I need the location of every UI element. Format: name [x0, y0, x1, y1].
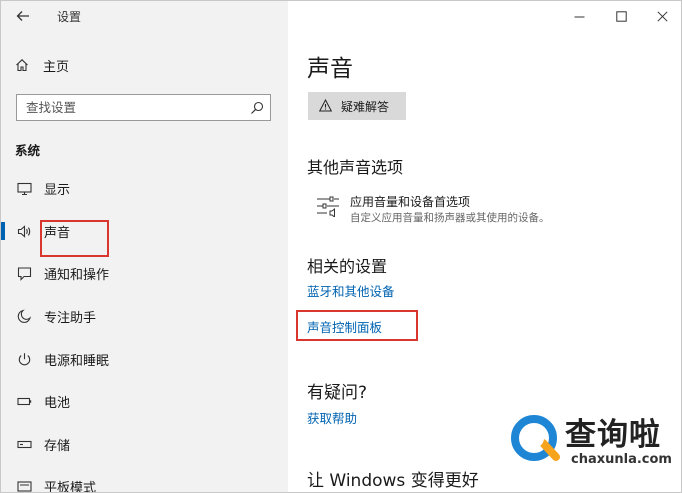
watermark: 查询啦 chaxunla.com	[505, 405, 681, 475]
sidebar-item-power-sleep[interactable]: 电源和睡眠	[1, 340, 288, 378]
app-volume-title: 应用音量和设备首选项	[350, 195, 471, 209]
maximize-button[interactable]	[606, 5, 636, 27]
minimize-button[interactable]	[564, 5, 594, 27]
back-button[interactable]	[11, 5, 35, 27]
sliders-icon	[317, 196, 339, 217]
sidebar-item-label: 通知和操作	[44, 267, 110, 283]
sidebar-item-notifications[interactable]: 通知和操作	[1, 254, 288, 292]
bluetooth-devices-link[interactable]: 蓝牙和其他设备	[307, 281, 395, 300]
sidebar-item-display[interactable]: 显示	[1, 169, 288, 207]
help-heading: 有疑问?	[307, 383, 368, 403]
page-title: 声音	[307, 56, 353, 82]
close-icon	[656, 10, 668, 22]
related-settings-heading: 相关的设置	[307, 257, 388, 276]
storage-icon	[16, 436, 32, 452]
sidebar-item-focus-assist[interactable]: 专注助手	[1, 297, 288, 335]
sidebar-item-label: 平板模式	[44, 480, 97, 493]
search-input[interactable]	[17, 100, 237, 115]
moon-icon	[16, 308, 32, 324]
maximize-icon	[615, 10, 627, 22]
sidebar-item-label: 显示	[44, 182, 71, 198]
speaker-icon	[16, 223, 32, 239]
section-label: 系统	[15, 143, 41, 158]
settings-window: 设置 主页 系统 显示 声音 通知和操作 专注助手 电源和睡眠	[0, 0, 682, 493]
sidebar-item-storage[interactable]: 存储	[1, 425, 288, 463]
power-icon	[16, 351, 32, 367]
sidebar-item-label: 专注助手	[44, 310, 97, 326]
minimize-icon	[574, 16, 584, 17]
back-arrow-icon	[16, 11, 29, 21]
warning-icon	[319, 99, 332, 112]
sidebar-item-battery[interactable]: 电池	[1, 382, 288, 420]
watermark-logo-icon	[511, 415, 560, 461]
tablet-icon	[16, 478, 32, 492]
app-volume-description: 自定义应用音量和扬声器或其使用的设备。	[350, 212, 550, 224]
notification-icon	[16, 265, 32, 281]
troubleshoot-button[interactable]: 疑难解答	[308, 92, 406, 120]
monitor-icon	[16, 180, 32, 196]
highlight-box	[40, 220, 109, 257]
highlight-box	[296, 310, 418, 341]
get-help-link[interactable]: 获取帮助	[307, 408, 357, 427]
app-volume-option[interactable]: 应用音量和设备首选项 自定义应用音量和扬声器或其使用的设备。	[316, 191, 666, 231]
sidebar-item-label: 电源和睡眠	[44, 353, 110, 369]
sidebar-item-label: 存储	[44, 438, 71, 454]
other-options-heading: 其他声音选项	[307, 158, 404, 177]
sidebar-item-home[interactable]: 主页	[15, 54, 69, 76]
home-label: 主页	[43, 59, 70, 75]
improve-windows-heading: 让 Windows 变得更好	[307, 471, 479, 491]
sidebar-item-label: 电池	[44, 395, 71, 411]
app-title: 设置	[57, 10, 82, 24]
home-icon	[16, 59, 28, 72]
search-icon	[251, 101, 264, 114]
watermark-url: chaxunla.com	[571, 452, 672, 467]
battery-icon	[16, 393, 32, 409]
search-box[interactable]	[16, 94, 271, 121]
sidebar: 设置 主页 系统 显示 声音 通知和操作 专注助手 电源和睡眠	[1, 1, 288, 493]
close-button[interactable]	[647, 5, 677, 27]
troubleshoot-label: 疑难解答	[341, 100, 390, 114]
sidebar-item-tablet-mode[interactable]: 平板模式	[1, 467, 288, 493]
watermark-text: 查询啦	[565, 417, 661, 453]
